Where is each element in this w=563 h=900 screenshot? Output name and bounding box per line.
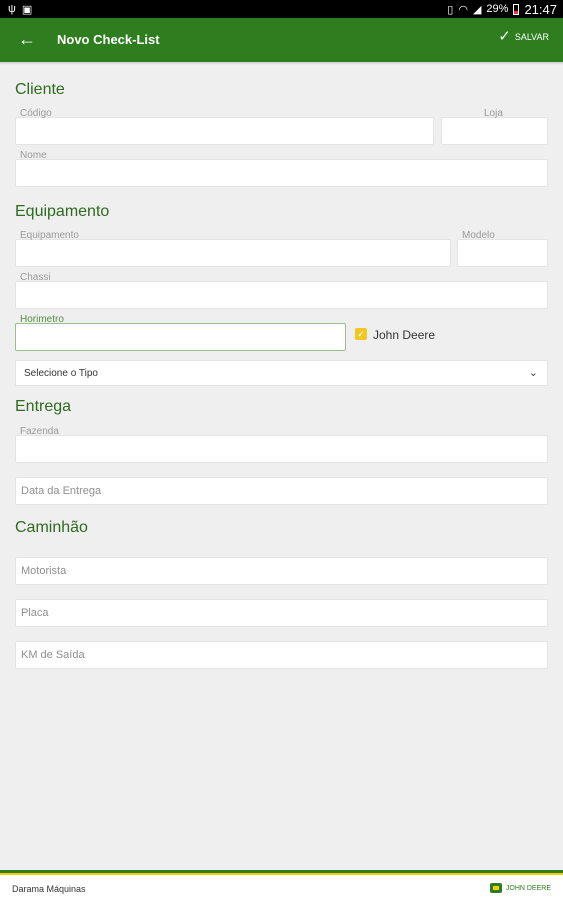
data-entrega-field[interactable]: Data da Entrega	[15, 477, 548, 505]
back-button[interactable]: ←	[16, 28, 38, 50]
fazenda-field[interactable]	[15, 435, 548, 463]
john-deere-checkbox[interactable]: ✓	[355, 328, 367, 340]
loja-field[interactable]	[441, 117, 548, 145]
nome-label: Nome	[20, 150, 47, 161]
status-bar: ψ ▣ ▯ ◠ ◢ 29% 21:47	[0, 0, 563, 18]
john-deere-logo: JOHN DEERE	[489, 883, 551, 893]
motorista-field[interactable]: Motorista	[15, 557, 548, 585]
usb-icon: ψ	[8, 3, 16, 15]
section-entrega-heading: Entrega	[15, 398, 72, 415]
john-deere-label: John Deere	[373, 328, 436, 342]
chassi-field[interactable]	[15, 281, 548, 309]
tipo-select[interactable]: Selecione o Tipo ⌄	[15, 360, 548, 386]
codigo-label: Código	[20, 108, 52, 119]
app-bar-shadow	[0, 62, 563, 65]
fazenda-label: Fazenda	[20, 426, 59, 437]
loja-label: Loja	[484, 108, 503, 119]
screenshot-icon: ▣	[21, 4, 33, 16]
deer-icon	[489, 883, 502, 893]
motorista-placeholder: Motorista	[21, 565, 67, 577]
clock: 21:47	[524, 1, 557, 17]
horimetro-field[interactable]	[15, 323, 346, 351]
km-saida-field[interactable]: KM de Saída	[15, 641, 548, 669]
tipo-select-value: Selecione o Tipo	[24, 368, 98, 379]
placa-placeholder: Placa	[21, 607, 49, 619]
modelo-label: Modelo	[462, 230, 495, 241]
save-button[interactable]: ✓ SALVAR	[498, 28, 549, 45]
battery-icon	[513, 3, 520, 15]
chevron-down-icon: ⌄	[528, 367, 538, 379]
horimetro-label: Horimetro	[20, 314, 64, 325]
app-bar: ← Novo Check-List ✓ SALVAR	[0, 18, 563, 62]
checkmark-icon: ✓	[357, 329, 365, 339]
equipamento-field[interactable]	[15, 239, 451, 267]
arrow-left-icon: ←	[18, 29, 36, 49]
chassi-label: Chassi	[20, 272, 51, 283]
section-cliente-heading: Cliente	[15, 81, 65, 98]
footer: Darama Máquinas JOHN DEERE	[0, 875, 563, 900]
section-equipamento-heading: Equipamento	[15, 203, 110, 220]
check-icon: ✓	[498, 28, 511, 45]
section-caminhao-heading: Caminhão	[15, 519, 88, 536]
save-label: SALVAR	[514, 32, 549, 42]
placa-field[interactable]: Placa	[15, 599, 548, 627]
battery-percent: 29%	[486, 3, 509, 15]
vibrate-icon: ▯	[447, 3, 454, 16]
km-saida-placeholder: KM de Saída	[21, 649, 85, 661]
equipamento-label: Equipamento	[20, 230, 79, 241]
codigo-field[interactable]	[15, 117, 434, 145]
nome-field[interactable]	[15, 159, 548, 187]
page-title: Novo Check-List	[57, 32, 160, 47]
data-entrega-placeholder: Data da Entrega	[21, 485, 102, 497]
modelo-field[interactable]	[457, 239, 548, 267]
brand-text: JOHN DEERE	[505, 884, 551, 892]
signal-icon: ◢	[472, 3, 482, 16]
company-name: Darama Máquinas	[12, 884, 86, 894]
wifi-icon: ◠	[458, 3, 468, 16]
